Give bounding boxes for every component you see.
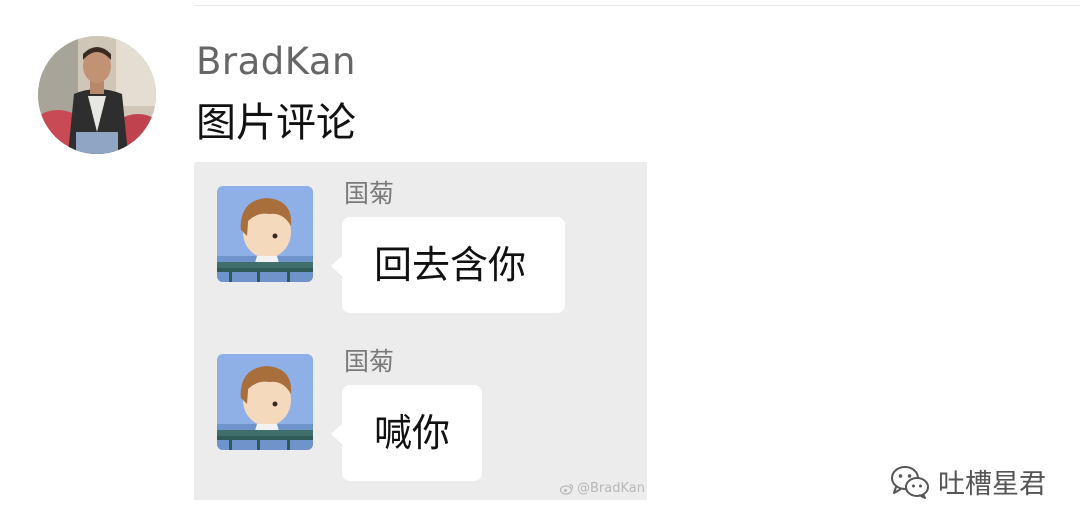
user-avatar-icon	[38, 36, 156, 154]
message-sender: 国菊	[344, 179, 395, 208]
message-bubble: 回去含你	[331, 217, 565, 313]
footer-watermark-text: 吐槽星君	[938, 469, 1046, 500]
cartoon-boy-avatar-icon	[217, 354, 313, 450]
comment-page: BradKan 图片评论 国菊 回去含你 国菊 喊你 @BradKan 吐槽星君	[0, 0, 1080, 526]
divider	[195, 5, 1080, 6]
message-sender: 国菊	[344, 347, 395, 376]
image-watermark: @BradKan	[560, 481, 645, 496]
chat-avatar	[217, 186, 313, 282]
footer-watermark: 吐槽星君	[890, 462, 1046, 501]
message-text: 喊你	[374, 411, 451, 455]
chat-avatar	[217, 354, 313, 450]
message-text: 回去含你	[374, 243, 527, 287]
image-watermark-text: @BradKan	[577, 481, 645, 496]
wechat-icon	[891, 465, 929, 499]
message-bubble: 喊你	[331, 385, 482, 481]
comment-text: 图片评论	[196, 100, 356, 146]
comment-image[interactable]: 国菊 回去含你 国菊 喊你 @BradKan	[194, 162, 647, 500]
cartoon-boy-avatar-icon	[217, 186, 313, 282]
comment-username[interactable]: BradKan	[196, 40, 356, 84]
weibo-icon	[560, 483, 574, 495]
user-avatar[interactable]	[38, 36, 156, 154]
